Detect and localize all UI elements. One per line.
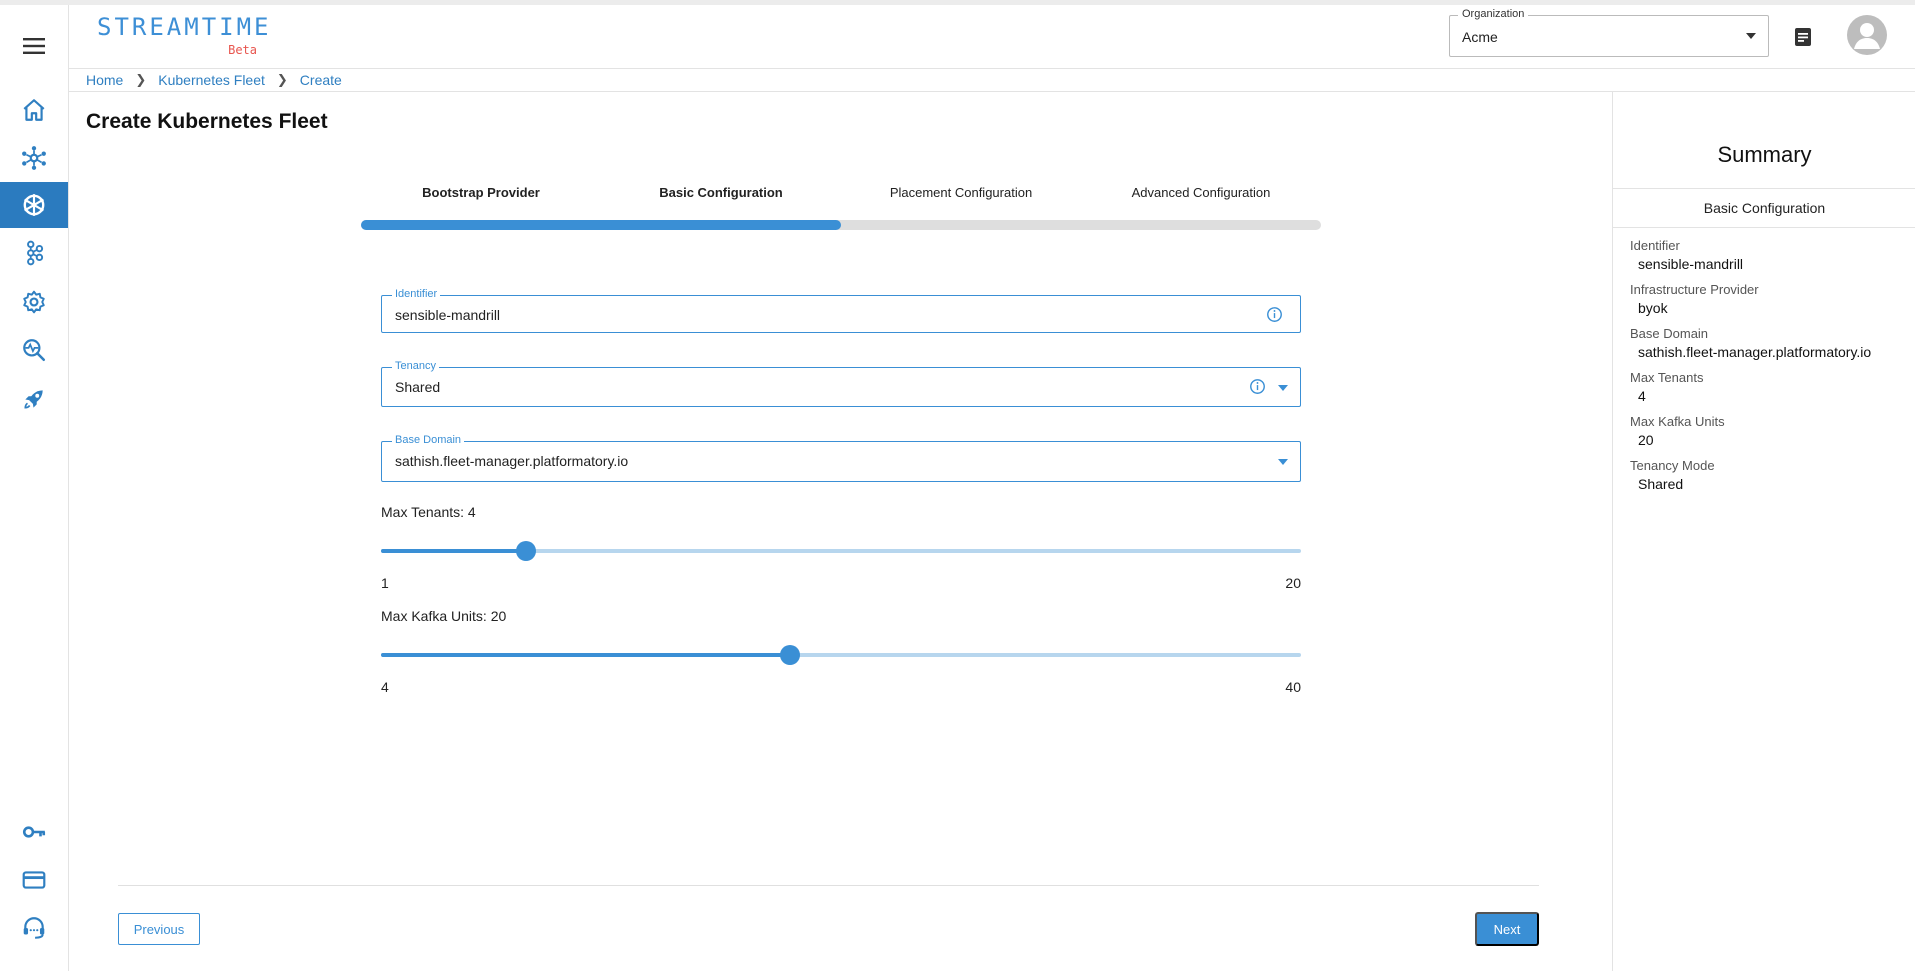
settings-icon bbox=[23, 290, 45, 314]
step-advanced-configuration: Advanced Configuration bbox=[1131, 185, 1271, 200]
organization-select[interactable]: Organization Acme bbox=[1449, 8, 1769, 57]
sidebar bbox=[0, 5, 69, 971]
slider-track bbox=[381, 653, 790, 657]
sidebar-item-home[interactable] bbox=[0, 87, 68, 133]
stepper: Bootstrap Provider Basic Configuration P… bbox=[361, 185, 1321, 230]
logo-text: STREAMTIME bbox=[97, 13, 272, 41]
base-domain-select[interactable]: Base Domain sathish.fleet-manager.platfo… bbox=[381, 434, 1301, 482]
info-icon[interactable] bbox=[1266, 306, 1283, 323]
menu-icon[interactable] bbox=[14, 29, 54, 63]
summary-item-key: Max Tenants bbox=[1630, 370, 1704, 385]
step-bootstrap-provider: Bootstrap Provider bbox=[422, 185, 540, 200]
credit-card-icon bbox=[22, 871, 46, 889]
identifier-field[interactable]: Identifier sensible-mandrill bbox=[381, 288, 1301, 333]
breadcrumb-create[interactable]: Create bbox=[300, 72, 342, 88]
summary-item: Max Tenants 4 bbox=[1630, 370, 1871, 404]
slider-thumb[interactable] bbox=[779, 645, 800, 665]
beta-badge: Beta bbox=[228, 43, 257, 57]
summary-panel: Summary Basic Configuration Identifier s… bbox=[1612, 92, 1915, 971]
sidebar-item-support[interactable] bbox=[0, 905, 68, 951]
info-icon[interactable] bbox=[1249, 378, 1266, 395]
network-icon bbox=[22, 146, 46, 170]
notes-icon bbox=[1795, 28, 1811, 46]
summary-item-value: sathish.fleet-manager.platformatory.io bbox=[1638, 344, 1872, 360]
chevron-right-icon: ❯ bbox=[276, 72, 288, 87]
identifier-label: Identifier bbox=[392, 288, 441, 300]
sidebar-item-monitoring[interactable] bbox=[0, 327, 68, 373]
max-kafka-units-label: Max Kafka Units: 20 bbox=[381, 608, 507, 624]
user-icon bbox=[1854, 23, 1880, 49]
summary-item: Max Kafka Units 20 bbox=[1630, 414, 1871, 448]
identifier-value: sensible-mandrill bbox=[395, 307, 501, 323]
step-basic-configuration: Basic Configuration bbox=[659, 185, 783, 200]
summary-item-key: Base Domain bbox=[1630, 326, 1709, 341]
summary-item: Base Domain sathish.fleet-manager.platfo… bbox=[1630, 326, 1871, 360]
next-button[interactable]: Next bbox=[1475, 912, 1539, 946]
tenancy-select[interactable]: Tenancy Shared bbox=[381, 360, 1301, 407]
chevron-down-icon bbox=[1278, 459, 1288, 465]
app-header: STREAMTIME Beta Organization Acme bbox=[69, 5, 1915, 69]
summary-item-value: Shared bbox=[1638, 476, 1684, 492]
summary-item-value: sensible-mandrill bbox=[1638, 256, 1744, 272]
summary-item: Identifier sensible-mandrill bbox=[1630, 238, 1871, 272]
max-kafka-units-slider[interactable] bbox=[381, 645, 1301, 665]
kubernetes-icon bbox=[23, 194, 45, 216]
max-kafka-units-max-label: 40 bbox=[1285, 679, 1301, 695]
home-icon bbox=[23, 99, 45, 121]
max-tenants-min-label: 1 bbox=[381, 575, 389, 591]
sidebar-item-kubernetes[interactable] bbox=[0, 182, 68, 228]
slider-thumb[interactable] bbox=[516, 541, 537, 561]
logo[interactable]: STREAMTIME Beta bbox=[97, 13, 272, 63]
sidebar-item-deploy[interactable] bbox=[0, 376, 68, 422]
notes-button[interactable] bbox=[1791, 25, 1815, 49]
summary-item-value: byok bbox=[1638, 300, 1668, 316]
tenancy-value: Shared bbox=[395, 379, 441, 395]
page-title: Create Kubernetes Fleet bbox=[86, 110, 328, 133]
summary-item-value: 20 bbox=[1638, 432, 1654, 448]
sidebar-item-keys[interactable] bbox=[0, 809, 68, 855]
organization-value: Acme bbox=[1462, 29, 1498, 45]
summary-title: Summary bbox=[1717, 142, 1812, 167]
base-domain-label: Base Domain bbox=[392, 434, 465, 446]
avatar[interactable] bbox=[1847, 15, 1887, 55]
max-tenants-label: Max Tenants: 4 bbox=[381, 504, 476, 520]
previous-button[interactable]: Previous bbox=[118, 913, 200, 945]
chevron-down-icon bbox=[1746, 33, 1756, 39]
slider-track bbox=[381, 549, 527, 553]
summary-item-value: 4 bbox=[1638, 388, 1646, 404]
breadcrumb-kubernetes-fleet[interactable]: Kubernetes Fleet bbox=[158, 72, 265, 88]
summary-item-key: Infrastructure Provider bbox=[1630, 282, 1759, 297]
summary-item-key: Max Kafka Units bbox=[1630, 414, 1725, 429]
cluster-icon bbox=[27, 240, 44, 266]
summary-item-key: Identifier bbox=[1630, 238, 1680, 253]
summary-item: Tenancy Mode Shared bbox=[1630, 458, 1871, 492]
max-tenants-slider[interactable] bbox=[381, 541, 1301, 561]
max-tenants-max-label: 20 bbox=[1285, 575, 1301, 591]
sidebar-item-network[interactable] bbox=[0, 135, 68, 181]
breadcrumb-home[interactable]: Home bbox=[86, 72, 123, 88]
base-domain-value: sathish.fleet-manager.platformatory.io bbox=[395, 453, 629, 469]
organization-label: Organization bbox=[1458, 8, 1529, 20]
stepper-progress-fill bbox=[361, 220, 841, 230]
summary-item: Infrastructure Provider byok bbox=[1630, 282, 1871, 316]
footer-divider bbox=[118, 885, 1539, 886]
key-icon bbox=[22, 826, 46, 838]
breadcrumb: Home ❯ Kubernetes Fleet ❯ Create bbox=[69, 69, 1915, 92]
stepper-progress-bar bbox=[361, 220, 1321, 230]
tenancy-label: Tenancy bbox=[392, 360, 439, 372]
chevron-down-icon bbox=[1278, 385, 1288, 391]
summary-section-title: Basic Configuration bbox=[1613, 188, 1915, 228]
monitoring-icon bbox=[23, 339, 46, 362]
rocket-icon bbox=[24, 390, 43, 409]
summary-item-key: Tenancy Mode bbox=[1630, 458, 1715, 473]
support-icon bbox=[23, 917, 45, 939]
max-kafka-units-min-label: 4 bbox=[381, 679, 389, 695]
step-placement-configuration: Placement Configuration bbox=[889, 185, 1033, 200]
sidebar-item-billing[interactable] bbox=[0, 857, 68, 903]
sidebar-item-settings[interactable] bbox=[0, 279, 68, 325]
chevron-right-icon: ❯ bbox=[135, 72, 147, 87]
sidebar-item-cluster[interactable] bbox=[0, 230, 68, 276]
summary-list: Identifier sensible-mandrill Infrastruct… bbox=[1630, 238, 1871, 502]
